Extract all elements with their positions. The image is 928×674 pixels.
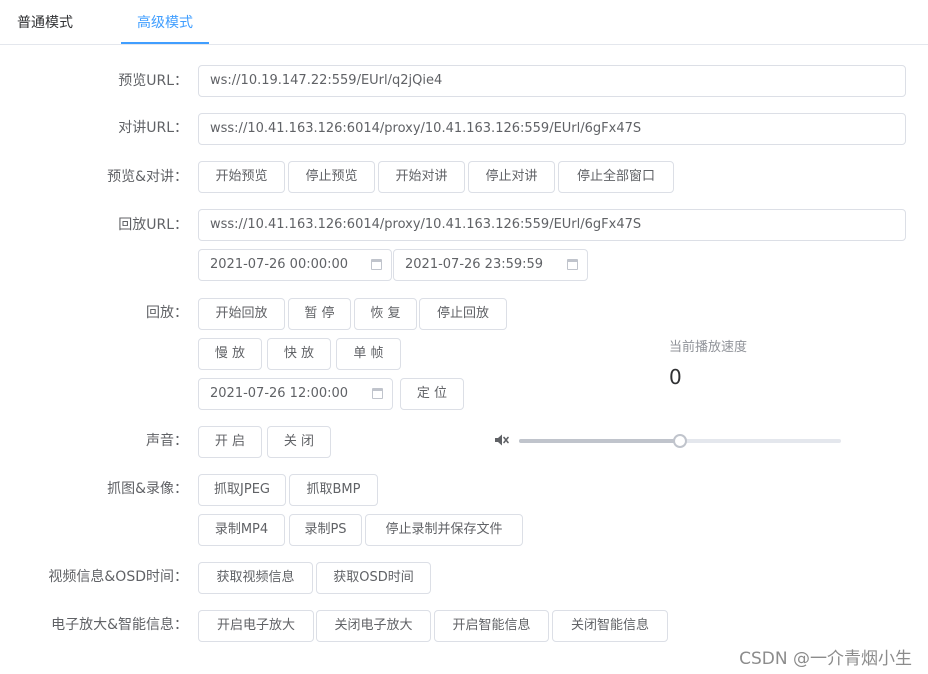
calendar-icon xyxy=(372,388,383,399)
single-frame-button[interactable]: 单 帧 xyxy=(336,338,401,370)
calendar-icon xyxy=(567,259,578,270)
fast-button[interactable]: 快 放 xyxy=(267,338,331,370)
volume-slider[interactable] xyxy=(519,434,841,448)
start-preview-button[interactable]: 开始预览 xyxy=(198,161,285,193)
calendar-icon xyxy=(371,259,382,270)
preview-talk-label: 预览&对讲： xyxy=(107,169,188,185)
stop-talk-button[interactable]: 停止对讲 xyxy=(468,161,555,193)
capture-record-label: 抓图&录像： xyxy=(107,481,188,497)
tab-normal-mode[interactable]: 普通模式 xyxy=(17,0,73,44)
get-osd-time-button[interactable]: 获取OSD时间 xyxy=(316,562,431,594)
pause-button[interactable]: 暂 停 xyxy=(288,298,351,330)
talk-url-label: 对讲URL： xyxy=(118,120,188,136)
mode-tabs: 普通模式 高级模式 xyxy=(0,0,928,45)
preview-url-input[interactable]: ws://10.19.147.22:559/EUrl/q2jQie4 xyxy=(198,65,906,97)
stop-all-windows-button[interactable]: 停止全部窗口 xyxy=(558,161,674,193)
csdn-watermark: CSDN @一介青烟小生 xyxy=(739,649,912,669)
playback-speed-label: 当前播放速度 xyxy=(669,340,748,355)
stop-record-save-button[interactable]: 停止录制并保存文件 xyxy=(365,514,523,546)
end-datetime-value: 2021-07-26 23:59:59 xyxy=(405,257,544,272)
capture-jpeg-button[interactable]: 抓取JPEG xyxy=(198,474,286,506)
volume-slider-fill xyxy=(519,439,680,443)
playback-url-label: 回放URL： xyxy=(118,217,188,233)
start-datetime-picker[interactable]: 2021-07-26 00:00:00 xyxy=(198,249,392,281)
talk-url-input[interactable]: wss://10.41.163.126:6014/proxy/10.41.163… xyxy=(198,113,906,145)
tab-advanced-mode[interactable]: 高级模式 xyxy=(137,0,193,44)
record-mp4-button[interactable]: 录制MP4 xyxy=(198,514,285,546)
get-video-info-button[interactable]: 获取视频信息 xyxy=(198,562,313,594)
sound-label: 声音： xyxy=(146,433,188,449)
zoom-intelligent-label: 电子放大&智能信息： xyxy=(51,617,188,633)
active-tab-indicator xyxy=(121,42,209,44)
playback-label: 回放： xyxy=(146,305,188,321)
enable-digital-zoom-button[interactable]: 开启电子放大 xyxy=(198,610,314,642)
disable-digital-zoom-button[interactable]: 关闭电子放大 xyxy=(316,610,431,642)
resume-button[interactable]: 恢 复 xyxy=(354,298,417,330)
stop-playback-button[interactable]: 停止回放 xyxy=(419,298,507,330)
start-talk-button[interactable]: 开始对讲 xyxy=(378,161,465,193)
record-ps-button[interactable]: 录制PS xyxy=(289,514,362,546)
volume-slider-thumb[interactable] xyxy=(673,434,687,448)
start-datetime-value: 2021-07-26 00:00:00 xyxy=(210,257,349,272)
playback-speed-value: 0 xyxy=(669,365,682,389)
sound-off-button[interactable]: 关 闭 xyxy=(267,426,331,458)
playback-url-input[interactable]: wss://10.41.163.126:6014/proxy/10.41.163… xyxy=(198,209,906,241)
preview-url-label: 预览URL： xyxy=(118,73,188,89)
start-playback-button[interactable]: 开始回放 xyxy=(198,298,285,330)
mute-icon[interactable] xyxy=(493,432,509,448)
stop-preview-button[interactable]: 停止预览 xyxy=(288,161,375,193)
seek-datetime-value: 2021-07-26 12:00:00 xyxy=(210,386,349,401)
seek-button[interactable]: 定 位 xyxy=(400,378,464,410)
seek-datetime-picker[interactable]: 2021-07-26 12:00:00 xyxy=(198,378,393,410)
video-info-osd-label: 视频信息&OSD时间： xyxy=(48,569,188,585)
disable-intelligent-info-button[interactable]: 关闭智能信息 xyxy=(552,610,668,642)
capture-bmp-button[interactable]: 抓取BMP xyxy=(289,474,378,506)
enable-intelligent-info-button[interactable]: 开启智能信息 xyxy=(434,610,549,642)
end-datetime-picker[interactable]: 2021-07-26 23:59:59 xyxy=(393,249,588,281)
sound-on-button[interactable]: 开 启 xyxy=(198,426,262,458)
slow-button[interactable]: 慢 放 xyxy=(198,338,262,370)
